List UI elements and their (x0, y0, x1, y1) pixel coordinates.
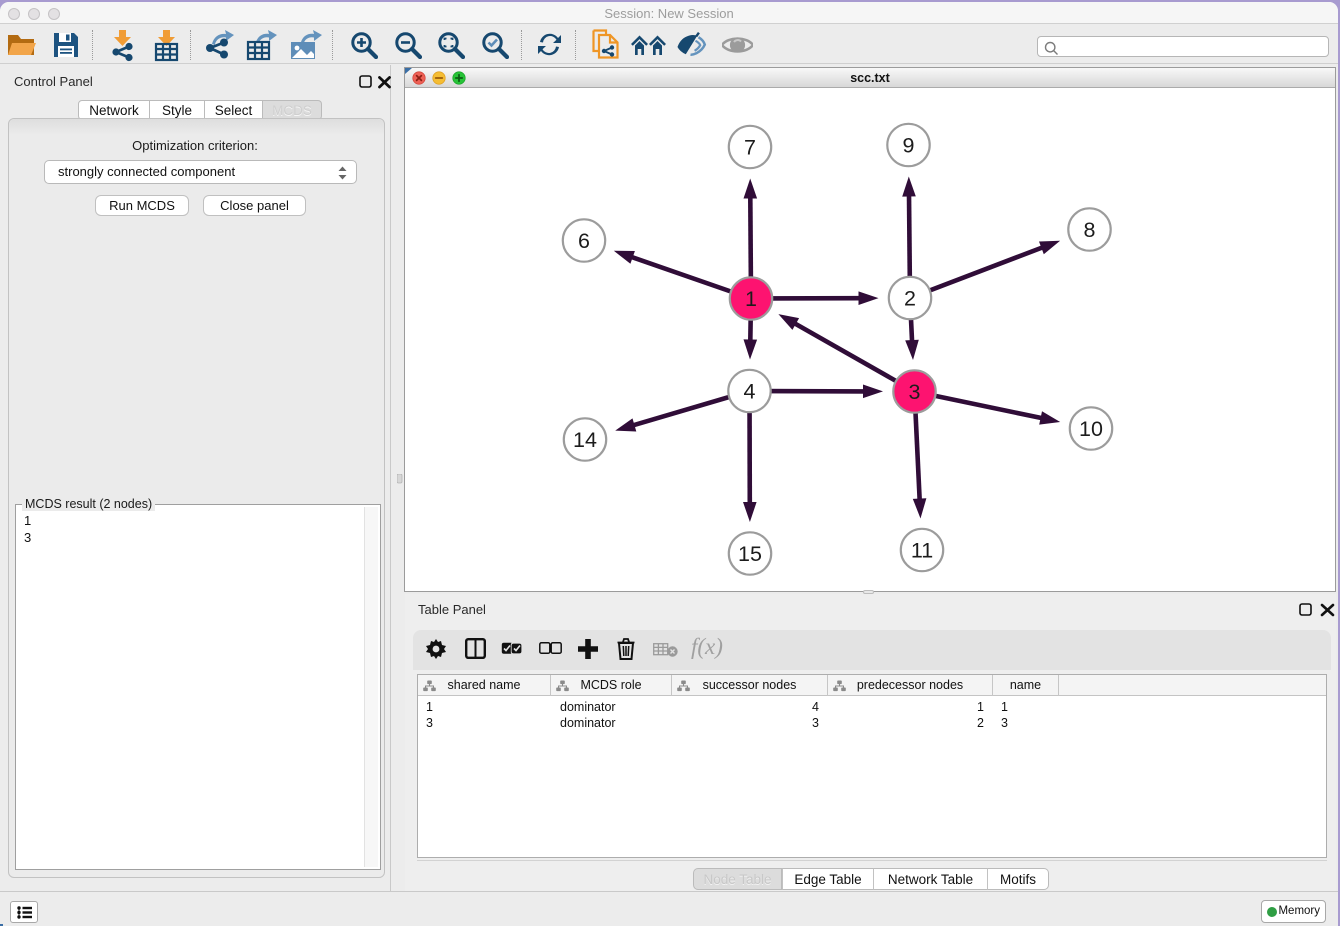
svg-text:4: 4 (744, 379, 756, 403)
svg-text:2: 2 (904, 286, 916, 310)
svg-text:7: 7 (744, 135, 756, 159)
svg-text:9: 9 (903, 133, 915, 157)
svg-text:6: 6 (578, 229, 590, 253)
svg-text:8: 8 (1084, 218, 1096, 242)
svg-text:14: 14 (573, 428, 597, 452)
svg-text:10: 10 (1079, 417, 1103, 441)
svg-text:1: 1 (745, 287, 757, 311)
svg-text:15: 15 (738, 542, 762, 566)
svg-text:3: 3 (909, 380, 921, 404)
svg-text:11: 11 (911, 538, 933, 562)
